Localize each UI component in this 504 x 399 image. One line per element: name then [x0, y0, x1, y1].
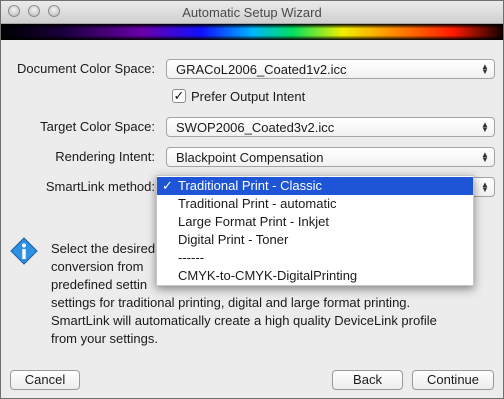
back-button[interactable]: Back	[332, 370, 403, 390]
wizard-window: Automatic Setup Wizard Document Color Sp…	[0, 0, 504, 399]
option-label: Traditional Print - Classic	[178, 178, 323, 193]
document-color-space-select[interactable]: GRACoL2006_Coated1v2.icc ▲ ▼	[166, 59, 495, 79]
option-label: CMYK-to-CMYK-DigitalPrinting	[178, 268, 358, 283]
smartlink-option-traditional-classic[interactable]: ✓ Traditional Print - Classic	[157, 177, 473, 195]
description-line: from your settings.	[51, 331, 158, 346]
option-label: Digital Print - Toner	[178, 232, 289, 247]
updown-arrows-icon: ▲ ▼	[481, 62, 489, 76]
smartlink-method-menu: ✓ Traditional Print - Classic Traditiona…	[156, 175, 474, 286]
smartlink-option-cmyk-to-cmyk[interactable]: CMYK-to-CMYK-DigitalPrinting	[157, 267, 473, 285]
checkmark-icon: ✓	[162, 178, 173, 193]
target-color-space-select[interactable]: SWOP2006_Coated3v2.icc ▲ ▼	[166, 117, 495, 137]
updown-arrows-icon: ▲ ▼	[481, 150, 489, 164]
info-icon	[10, 237, 38, 265]
spectrum-banner	[1, 24, 503, 40]
document-color-space-label: Document Color Space:	[16, 61, 155, 76]
title-bar: Automatic Setup Wizard	[1, 1, 503, 24]
description-line: settings for traditional printing, digit…	[51, 295, 411, 310]
prefer-output-intent-checkbox[interactable]: ✓	[172, 89, 186, 103]
option-label: Large Format Print - Inkjet	[178, 214, 329, 229]
option-label: Traditional Print - automatic	[178, 196, 337, 211]
rendering-intent-select[interactable]: Blackpoint Compensation ▲ ▼	[166, 147, 495, 167]
smartlink-method-label: SmartLink method:	[45, 179, 155, 194]
prefer-output-intent-label: Prefer Output Intent	[191, 89, 306, 104]
smartlink-option-traditional-automatic[interactable]: Traditional Print - automatic	[157, 195, 473, 213]
target-color-space-label: Target Color Space:	[40, 119, 155, 134]
rendering-intent-label: Rendering Intent:	[55, 149, 155, 164]
separator-label: ------	[178, 250, 204, 265]
description-line: SmartLink will automatically create a hi…	[51, 313, 437, 328]
rendering-intent-value: Blackpoint Compensation	[176, 150, 324, 165]
window-title: Automatic Setup Wizard	[182, 5, 322, 20]
smartlink-option-digital-toner[interactable]: Digital Print - Toner	[157, 231, 473, 249]
target-color-space-value: SWOP2006_Coated3v2.icc	[176, 120, 335, 135]
document-color-space-value: GRACoL2006_Coated1v2.icc	[176, 62, 347, 77]
updown-arrows-icon: ▲ ▼	[481, 180, 489, 194]
updown-arrows-icon: ▲ ▼	[481, 120, 489, 134]
cancel-button[interactable]: Cancel	[10, 370, 80, 390]
smartlink-option-large-format-inkjet[interactable]: Large Format Print - Inkjet	[157, 213, 473, 231]
menu-separator: ------	[157, 249, 473, 267]
continue-button[interactable]: Continue	[412, 370, 494, 390]
